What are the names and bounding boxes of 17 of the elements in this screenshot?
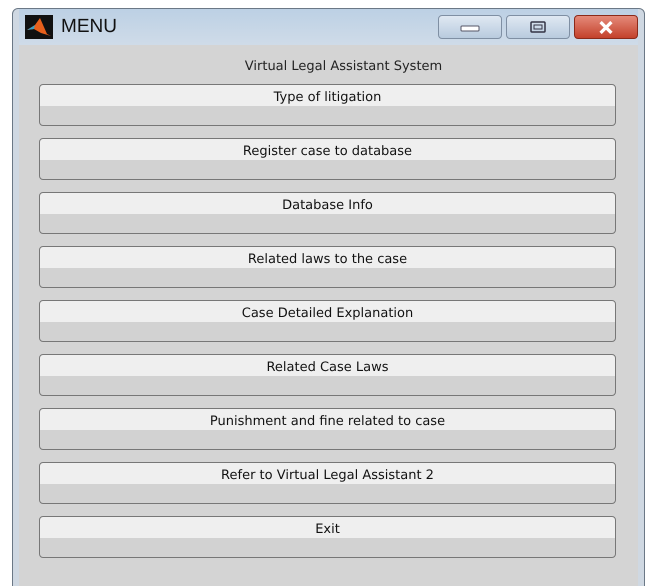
menu-button[interactable]: Punishment and fine related to case xyxy=(39,408,616,450)
close-icon xyxy=(597,20,615,34)
maximize-icon xyxy=(530,21,546,33)
maximize-button[interactable] xyxy=(506,15,570,39)
window-title: MENU xyxy=(61,16,117,38)
menu-button[interactable]: Refer to Virtual Legal Assistant 2 xyxy=(39,462,616,504)
menu-button[interactable]: Case Detailed Explanation xyxy=(39,300,616,342)
menu-button[interactable]: Related Case Laws xyxy=(39,354,616,396)
menu-button[interactable]: Exit xyxy=(39,516,616,558)
menu-button[interactable]: Type of litigation xyxy=(39,84,616,126)
menu-button[interactable]: Database Info xyxy=(39,192,616,234)
close-button[interactable] xyxy=(574,15,638,39)
menu-button[interactable]: Register case to database xyxy=(39,138,616,180)
minimize-button[interactable] xyxy=(438,15,502,39)
system-heading: Virtual Legal Assistant System xyxy=(244,59,444,74)
app-logo-icon xyxy=(25,15,53,39)
menu-button[interactable]: Related laws to the case xyxy=(39,246,616,288)
